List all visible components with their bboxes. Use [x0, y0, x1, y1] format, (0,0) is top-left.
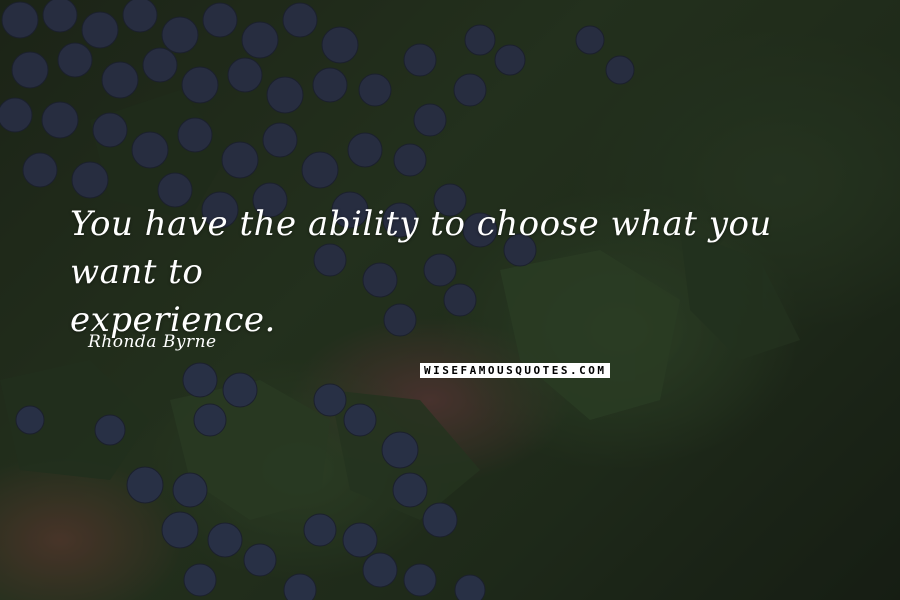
- author-name: Rhonda Byrne: [88, 332, 217, 352]
- quote-line-1: You have the ability to choose what you …: [70, 204, 772, 292]
- watermark-label: WISEFAMOUSQUOTES.COM: [420, 363, 611, 378]
- quote-text: You have the ability to choose what you …: [70, 200, 850, 344]
- quote-image: You have the ability to choose what you …: [0, 0, 900, 600]
